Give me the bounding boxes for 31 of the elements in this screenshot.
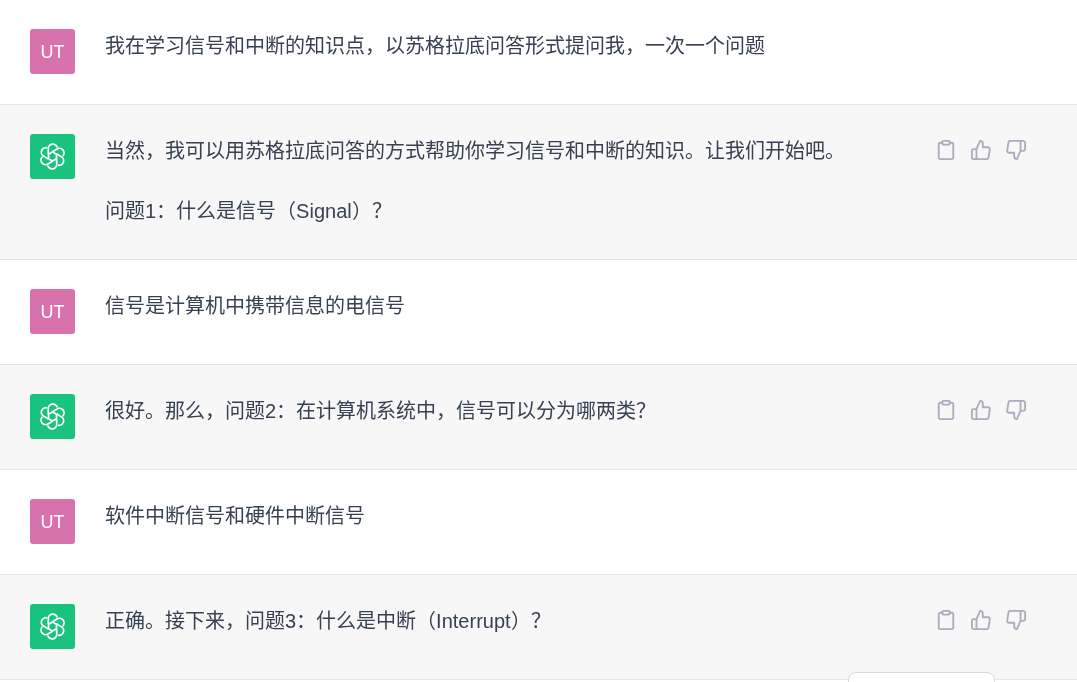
knot-logo-icon [30,604,75,649]
user-avatar: UT [30,289,75,334]
thumbs-down-icon [1006,140,1026,160]
knot-logo-icon [30,394,75,439]
thumbs-down-button[interactable] [1006,610,1026,630]
thumbs-down-icon [1006,610,1026,630]
thumbs-up-icon [971,610,991,630]
clipboard-icon [936,610,956,630]
clipboard-icon [936,400,956,420]
message-text: 问题1：什么是信号（Signal）？ [105,199,393,224]
thumbs-down-button[interactable] [1006,400,1026,420]
message-text: 软件中断信号和硬件中断信号 [105,504,366,529]
knot-logo-icon [30,134,75,179]
user-avatar: UT [30,499,75,544]
message-text: 信号是计算机中携带信息的电信号 [105,294,406,319]
thumbs-up-icon [971,140,991,160]
message-text: 很好。那么，问题2：在计算机系统中，信号可以分为哪两类？ [105,399,658,424]
message-text: 正确。接下来，问题3：什么是中断（Interrupt）？ [105,609,552,634]
message-text: 当然，我可以用苏格拉底问答的方式帮助你学习信号和中断的知识。让我们开始吧。 [105,139,846,164]
copy-button[interactable] [936,610,956,630]
thumbs-up-button[interactable] [971,140,991,160]
thumbs-down-button[interactable] [1006,140,1026,160]
copy-button[interactable] [936,140,956,160]
thumbs-up-button[interactable] [971,400,991,420]
thumbs-down-icon [1006,400,1026,420]
thumbs-up-icon [971,400,991,420]
message-text: 我在学习信号和中断的知识点，以苏格拉底问答形式提问我，一次一个问题 [105,34,766,59]
copy-button[interactable] [936,400,956,420]
user-avatar: UT [30,29,75,74]
clipboard-icon [936,140,956,160]
thumbs-up-button[interactable] [971,610,991,630]
